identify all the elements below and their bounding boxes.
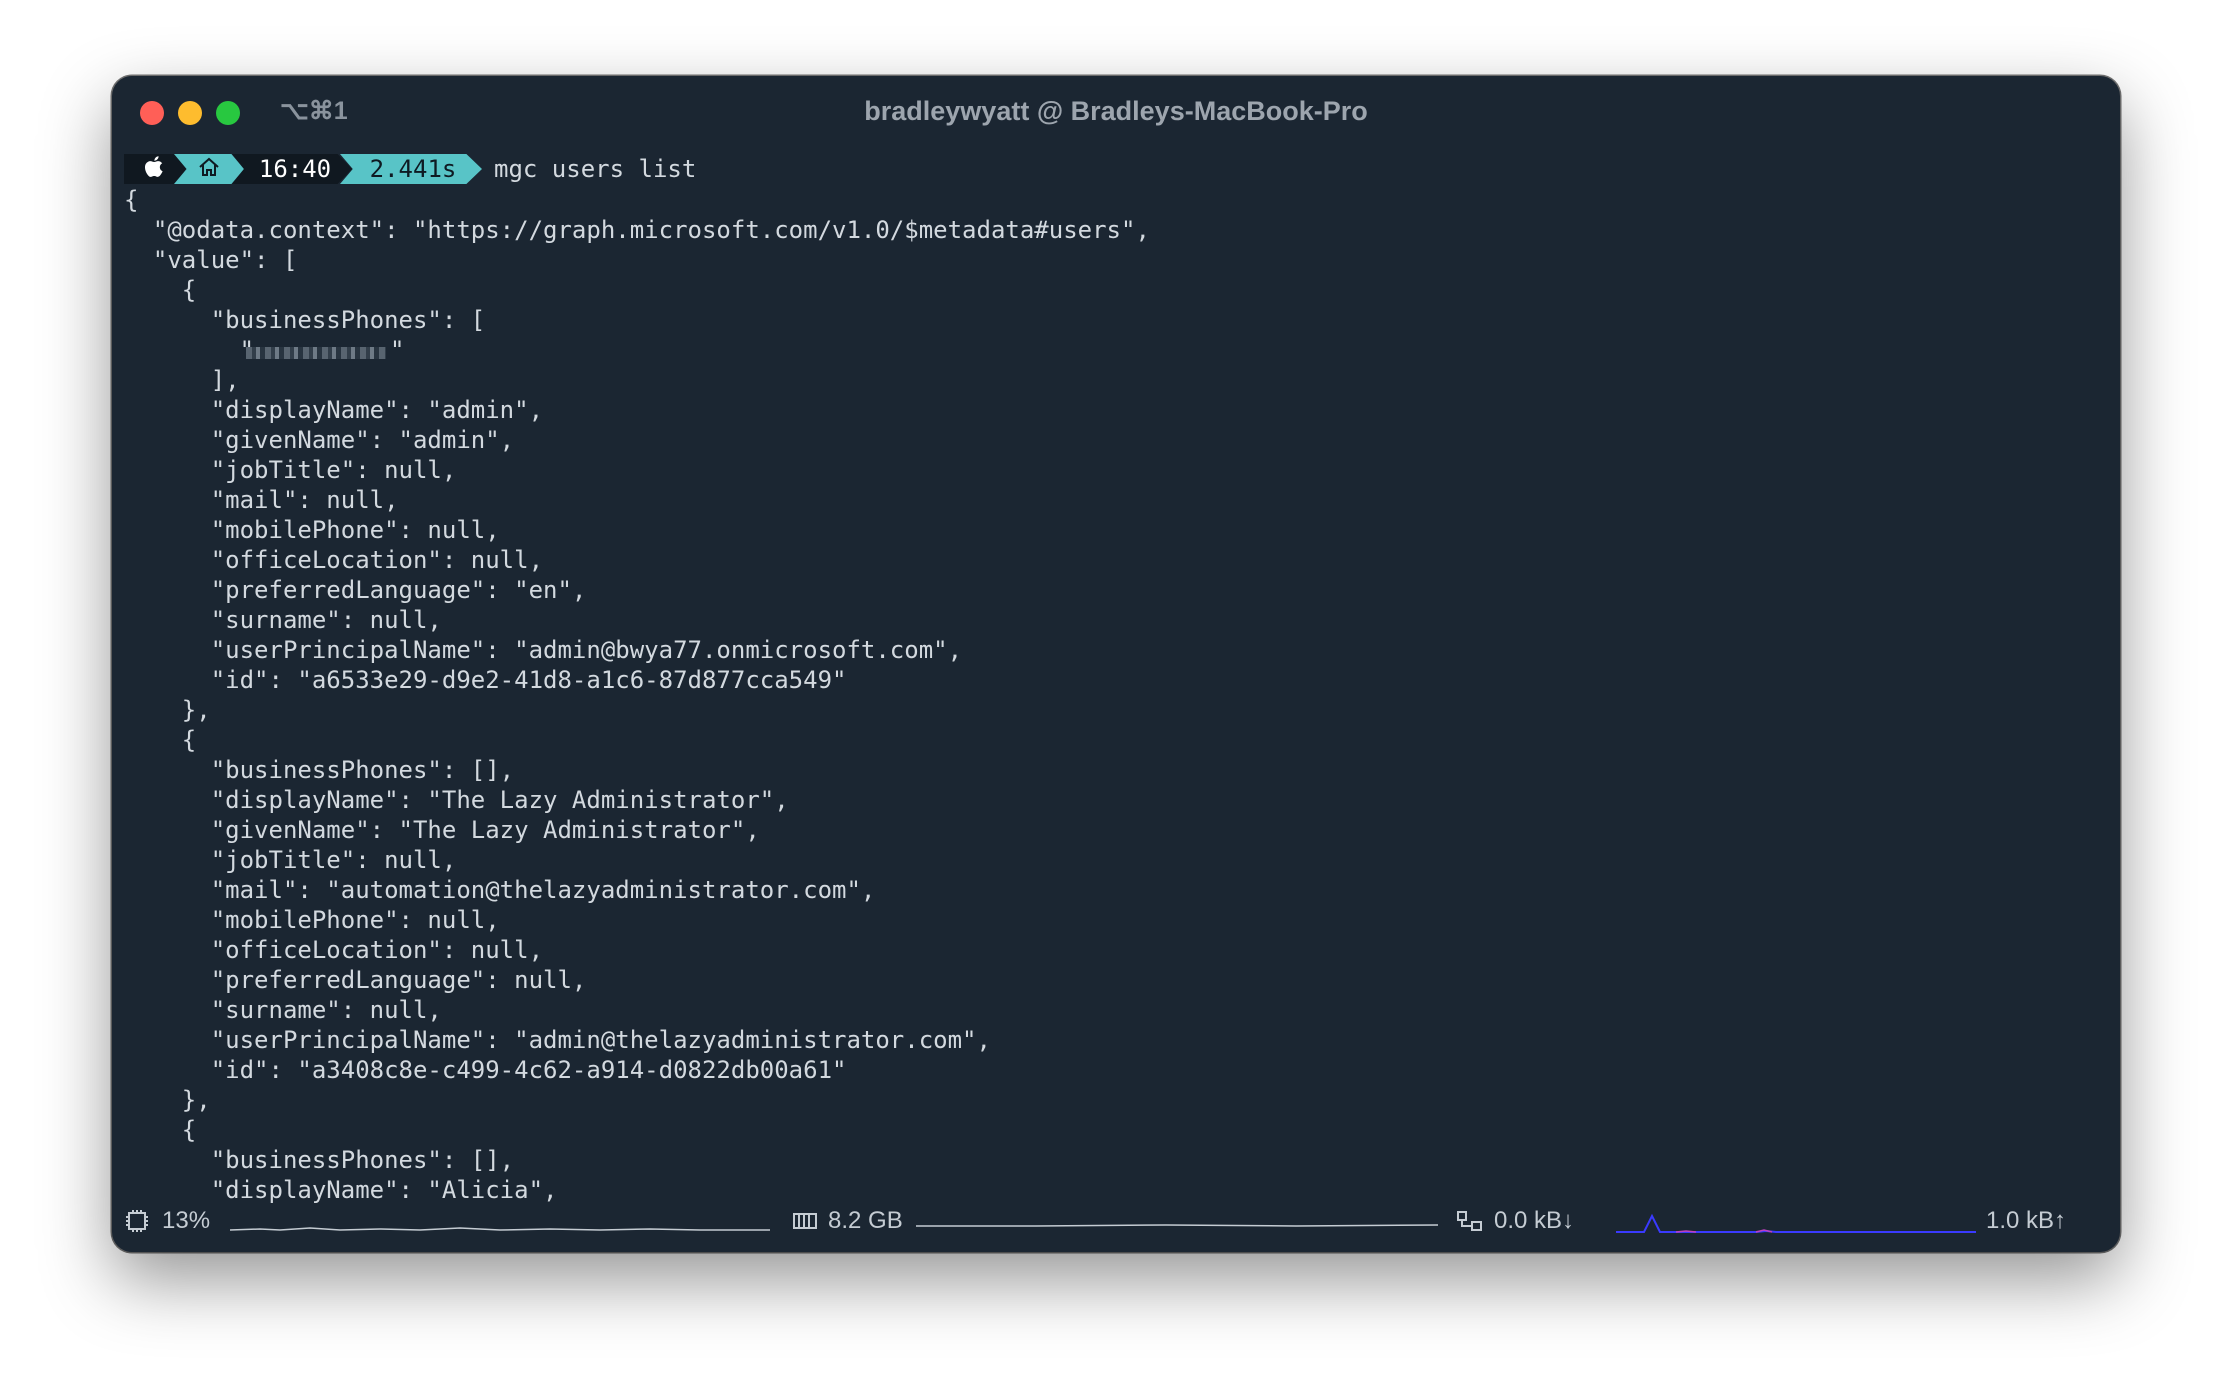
- status-bar: 13% 8.2 GB 0.0 kB↓ 1.0 kB↑: [112, 1194, 2120, 1252]
- output-line: "displayName": "The Lazy Administrator",: [124, 786, 789, 814]
- output-line: "mobilePhone": null,: [124, 516, 500, 544]
- output-line: {: [124, 1116, 197, 1144]
- output-line: },: [124, 1086, 211, 1114]
- output-line: "preferredLanguage": "en",: [124, 576, 587, 604]
- prompt-command: mgc users list: [494, 155, 697, 183]
- redacted-phone: [246, 347, 386, 359]
- prompt-segment-duration: 2.441s: [340, 154, 482, 184]
- output-line: "mobilePhone": null,: [124, 906, 500, 934]
- output-line: "surname": null,: [124, 996, 442, 1024]
- output-line: "value": [: [124, 246, 298, 274]
- output-line: "mail": null,: [124, 486, 399, 514]
- terminal-window: ⌥⌘1 bradleywyatt @ Bradleys-MacBook-Pro: [112, 76, 2120, 1252]
- window-title: bradleywyatt @ Bradleys-MacBook-Pro: [864, 96, 1368, 126]
- network-download: 0.0 kB↓: [1494, 1207, 1575, 1234]
- output-line: "userPrincipalName": "admin@bwya77.onmic…: [124, 636, 963, 664]
- output-line: "id": "a6533e29-d9e2-41d8-a1c6-87d877cca…: [124, 666, 847, 694]
- redacted-phone-close-quote: ": [390, 336, 405, 364]
- output-line: "preferredLanguage": null,: [124, 966, 587, 994]
- output-line: "officeLocation": null,: [124, 546, 544, 574]
- prompt-line: 16:40 2.441s mgc users list: [124, 154, 2120, 184]
- apple-icon: [144, 154, 165, 184]
- output-line: "jobTitle": null,: [124, 456, 457, 484]
- output-line: ],: [124, 366, 240, 394]
- prompt-time: 16:40: [258, 155, 332, 183]
- home-icon: [198, 154, 220, 184]
- output-line: "businessPhones": [],: [124, 756, 515, 784]
- terminal-content[interactable]: 16:40 2.441s mgc users list { "@odata.co…: [124, 154, 2120, 1204]
- output-line: },: [124, 696, 211, 724]
- prompt-segment-os: [124, 154, 186, 184]
- memory-icon: [792, 1206, 818, 1236]
- prompt-duration: 2.441s: [369, 155, 457, 183]
- command-output: { "@odata.context": "https://graph.micro…: [124, 185, 2120, 1205]
- output-line: "jobTitle": null,: [124, 846, 457, 874]
- cpu-usage: 13%: [162, 1207, 211, 1234]
- output-line: "surname": null,: [124, 606, 442, 634]
- output-line: "@odata.context": "https://graph.microso…: [124, 216, 1150, 244]
- network-icon: [1456, 1206, 1484, 1236]
- cpu-icon: [124, 1206, 150, 1236]
- prompt-segment-time: 16:40: [232, 154, 352, 184]
- output-line: " ": [124, 336, 405, 364]
- title-bar: ⌥⌘1 bradleywyatt @ Bradleys-MacBook-Pro: [112, 76, 2120, 152]
- output-line: "givenName": "The Lazy Administrator",: [124, 816, 760, 844]
- network-upload: 1.0 kB↑: [1986, 1207, 2067, 1234]
- memory-usage: 8.2 GB: [828, 1207, 903, 1234]
- output-line: "id": "a3408c8e-c499-4c62-a914-d0822db00…: [124, 1056, 847, 1084]
- cpu-sparkline: [230, 1227, 770, 1231]
- network-sparkline: [1616, 1213, 1976, 1233]
- output-line: "mail": "automation@thelazyadministrator…: [124, 876, 876, 904]
- output-line: "officeLocation": null,: [124, 936, 544, 964]
- memory-sparkline: [916, 1224, 1438, 1227]
- output-line: "userPrincipalName": "admin@thelazyadmin…: [124, 1026, 991, 1054]
- output-line: "displayName": "admin",: [124, 396, 544, 424]
- output-line: "businessPhones": [],: [124, 1146, 515, 1174]
- output-line: {: [124, 186, 139, 214]
- output-line: {: [124, 726, 197, 754]
- output-line: "businessPhones": [: [124, 306, 486, 334]
- output-line: {: [124, 276, 197, 304]
- output-line: "givenName": "admin",: [124, 426, 515, 454]
